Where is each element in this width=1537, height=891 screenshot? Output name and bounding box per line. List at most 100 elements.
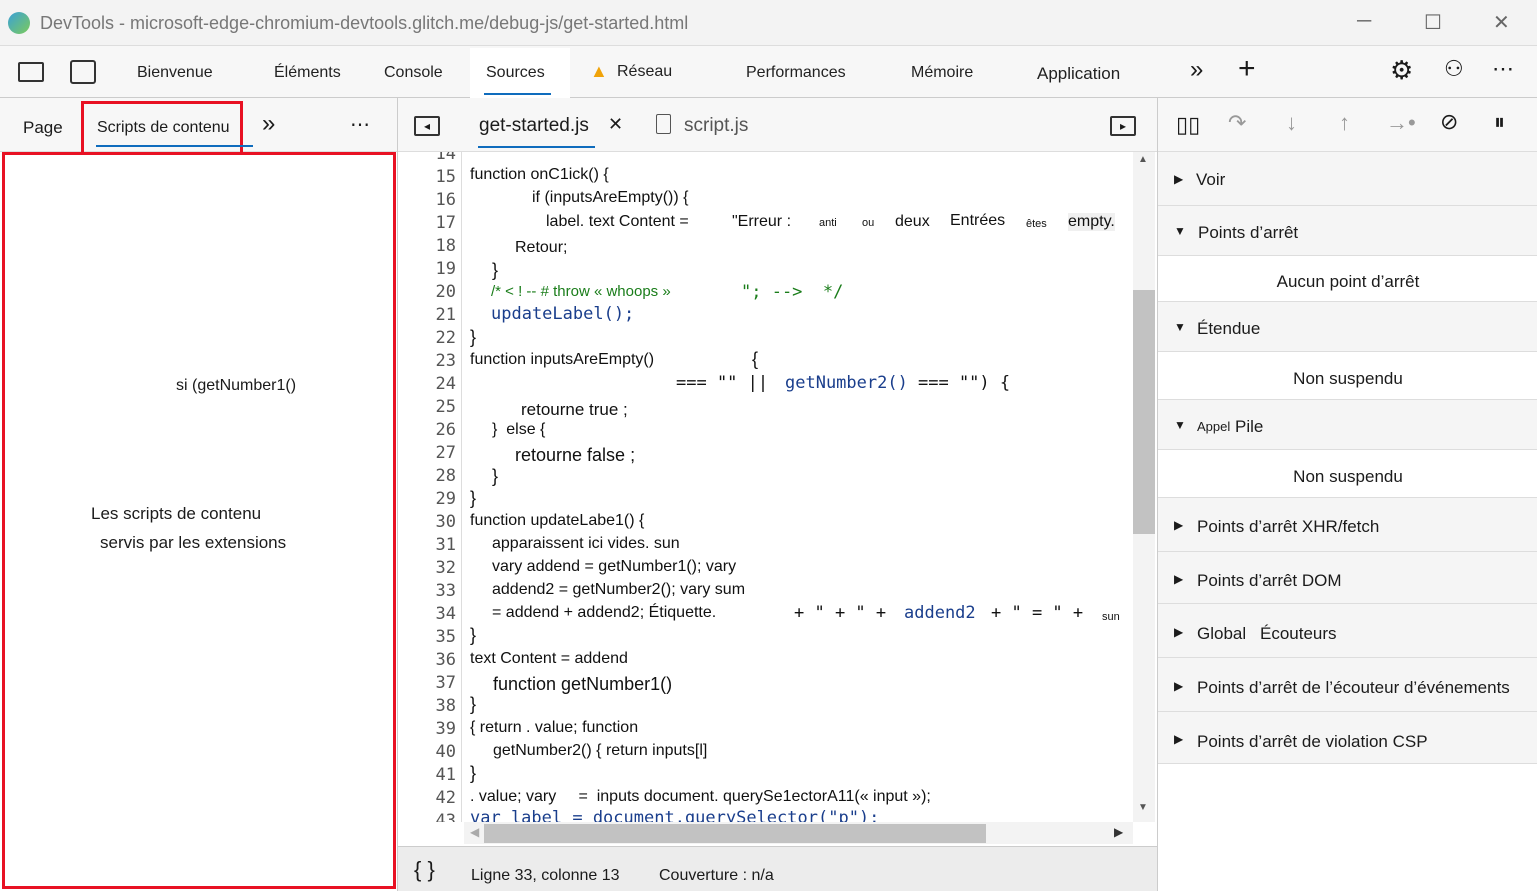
step-out-icon[interactable]: ↑ xyxy=(1339,110,1350,136)
inspect-icon[interactable] xyxy=(18,62,44,82)
code-line: getNumber2() xyxy=(785,373,908,393)
pause-icon[interactable]: ▯▯ xyxy=(1176,112,1200,138)
scrollbar-thumb[interactable] xyxy=(1133,290,1155,534)
section-xhr-breakpoints[interactable]: ▶ Points d’arrêt XHR/fetch xyxy=(1158,498,1537,552)
code-line: empty. xyxy=(1068,213,1115,231)
code-line: getNumber2() { return inputs[l] xyxy=(493,742,708,759)
line-number[interactable]: 42 xyxy=(398,788,456,808)
code-line: var label = document.querySelector("p"); xyxy=(470,808,880,822)
tab-memoire[interactable]: Mémoire xyxy=(911,64,973,82)
settings-gear-icon[interactable]: ⚙ xyxy=(1390,55,1413,86)
feedback-icon[interactable]: ⚇ xyxy=(1444,56,1464,82)
line-number[interactable]: 16 xyxy=(398,190,456,210)
code-line: anti xyxy=(819,217,837,229)
section-call-stack[interactable]: ▼ Appel Pile xyxy=(1158,400,1537,450)
line-number[interactable]: 14 xyxy=(398,152,456,164)
code-line: retourne true ; xyxy=(521,400,628,419)
pause-on-exceptions-icon[interactable]: ⏸ xyxy=(1494,109,1505,135)
collapse-icon: ▼ xyxy=(1174,320,1186,334)
scroll-down-arrow[interactable]: ▼ xyxy=(1138,802,1148,813)
section-scope[interactable]: ▼ Étendue xyxy=(1158,302,1537,352)
tab-get-started-js[interactable]: get-started.js xyxy=(479,115,589,137)
line-number[interactable]: 15 xyxy=(398,167,456,187)
horizontal-scrollbar[interactable]: ◀ ▶ xyxy=(464,822,1133,844)
line-number[interactable]: 28 xyxy=(398,466,456,486)
line-number[interactable]: 38 xyxy=(398,696,456,716)
section-label: Pile xyxy=(1235,417,1264,436)
toggle-debugger-icon[interactable]: ▸ xyxy=(1110,116,1136,136)
line-number[interactable]: 17 xyxy=(398,213,456,233)
code-line: deux xyxy=(895,213,930,230)
section-csp-breakpoints[interactable]: ▶ Points d’arrêt de violation CSP xyxy=(1158,712,1537,764)
add-tab-icon[interactable]: + xyxy=(1238,52,1256,86)
line-number[interactable]: 23 xyxy=(398,351,456,371)
line-number[interactable]: 41 xyxy=(398,765,456,785)
toggle-navigator-icon[interactable]: ◂ xyxy=(414,116,440,136)
line-number[interactable]: 24 xyxy=(398,374,456,394)
tab-bienvenue[interactable]: Bienvenue xyxy=(137,64,213,82)
line-number[interactable]: 21 xyxy=(398,305,456,325)
tab-page[interactable]: Page xyxy=(23,118,63,138)
step-icon[interactable]: →• xyxy=(1386,110,1416,136)
section-body: Non suspendu xyxy=(1158,450,1537,498)
gutter-border xyxy=(461,152,462,822)
line-number[interactable]: 22 xyxy=(398,328,456,348)
line-number[interactable]: 30 xyxy=(398,512,456,532)
section-label: Global xyxy=(1197,624,1247,643)
tab-reseau[interactable]: Réseau xyxy=(617,63,672,81)
line-number[interactable]: 33 xyxy=(398,581,456,601)
section-global-listeners[interactable]: ▶ Global Écouteurs xyxy=(1158,604,1537,658)
step-into-icon[interactable]: ↓ xyxy=(1286,110,1297,136)
scroll-right-arrow[interactable]: ▶ xyxy=(1114,825,1123,839)
close-window-button[interactable]: ✕ xyxy=(1493,10,1510,35)
scroll-up-arrow[interactable]: ▲ xyxy=(1138,154,1148,165)
line-number[interactable]: 25 xyxy=(398,397,456,417)
section-event-listener-breakpoints[interactable]: ▶ Points d’arrêt de l’écouteur d’événemen… xyxy=(1158,658,1537,712)
section-breakpoints[interactable]: ▼ Points d’arrêt xyxy=(1158,206,1537,256)
line-number[interactable]: 31 xyxy=(398,535,456,555)
maximize-button[interactable]: ☐ xyxy=(1424,10,1442,35)
scrollbar-thumb[interactable] xyxy=(484,824,986,843)
line-number[interactable]: 20 xyxy=(398,282,456,302)
more-options-icon[interactable]: ⋯ xyxy=(1492,56,1514,82)
tab-script-js[interactable]: script.js xyxy=(684,115,748,137)
line-number[interactable]: 19 xyxy=(398,259,456,279)
code-line: "Erreur : xyxy=(732,213,792,230)
code-line: retourne false ; xyxy=(515,445,636,465)
line-number[interactable]: 34 xyxy=(398,604,456,624)
line-number[interactable]: 36 xyxy=(398,650,456,670)
empty-message: Les scripts de contenu xyxy=(91,504,262,523)
code-line: function updateLabe1() { xyxy=(470,512,645,529)
line-number[interactable]: 26 xyxy=(398,420,456,440)
pretty-print-icon[interactable]: { } xyxy=(414,857,435,883)
section-dom-breakpoints[interactable]: ▶ Points d’arrêt DOM xyxy=(1158,552,1537,604)
close-tab-icon[interactable]: ✕ xyxy=(608,114,623,135)
tab-elements[interactable]: Éléments xyxy=(274,64,341,82)
device-emulation-icon[interactable] xyxy=(70,60,96,84)
more-options-icon[interactable]: ⋯ xyxy=(350,112,370,137)
tab-performances[interactable]: Performances xyxy=(746,64,846,82)
line-number[interactable]: 40 xyxy=(398,742,456,762)
code-line: } xyxy=(492,466,499,486)
scroll-left-arrow[interactable]: ◀ xyxy=(470,825,479,839)
more-tabs-icon[interactable]: » xyxy=(1190,56,1203,84)
line-number[interactable]: 18 xyxy=(398,236,456,256)
line-number[interactable]: 43 xyxy=(398,811,456,822)
line-number[interactable]: 35 xyxy=(398,627,456,647)
line-number[interactable]: 37 xyxy=(398,673,456,693)
more-tabs-icon[interactable]: » xyxy=(262,110,275,138)
minimize-button[interactable]: ─ xyxy=(1357,10,1371,33)
tab-content-scripts[interactable]: Scripts de contenu xyxy=(97,119,245,137)
line-number[interactable]: 29 xyxy=(398,489,456,509)
step-over-icon[interactable]: ↷ xyxy=(1228,110,1246,136)
tab-sources[interactable]: Sources xyxy=(486,64,545,82)
section-watch[interactable]: ▶ Voir xyxy=(1158,152,1537,206)
line-number[interactable]: 32 xyxy=(398,558,456,578)
deactivate-breakpoints-icon[interactable]: ⊘ xyxy=(1440,109,1458,135)
vertical-scrollbar[interactable]: ▲ ▼ xyxy=(1133,152,1155,822)
line-number[interactable]: 39 xyxy=(398,719,456,739)
code-area[interactable]: 14 15 16 17 18 19 20 21 22 23 24 25 26 27 28 29 30 31 32 33… xyxy=(398,152,1133,822)
line-number[interactable]: 27 xyxy=(398,443,456,463)
tab-application[interactable]: Application xyxy=(1037,64,1120,84)
tab-console[interactable]: Console xyxy=(384,64,443,82)
